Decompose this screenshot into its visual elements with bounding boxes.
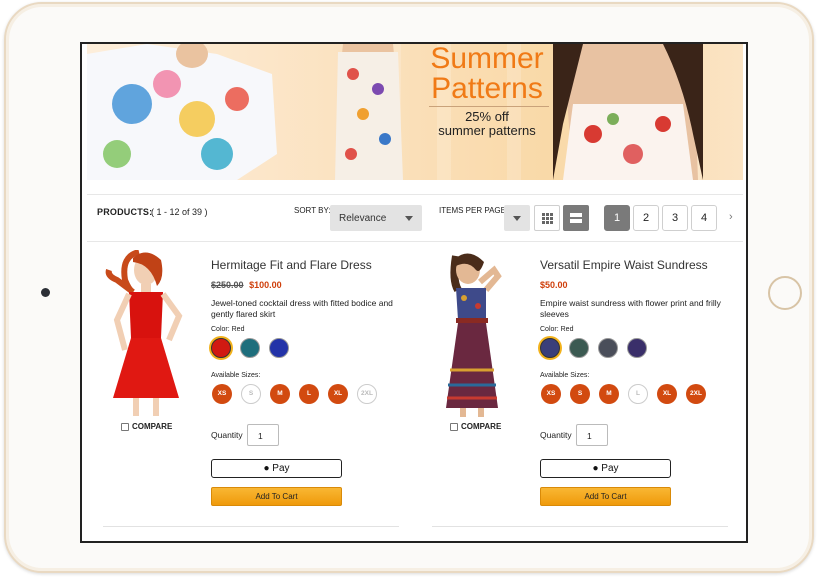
items-per-page-select[interactable]	[504, 205, 530, 231]
color-swatches	[540, 338, 647, 358]
size-option[interactable]: XS	[541, 384, 561, 404]
banner-subtitle: summer patterns	[438, 123, 536, 138]
chevron-down-icon	[405, 216, 413, 221]
color-swatch[interactable]	[569, 338, 589, 358]
color-label: Color: Red	[211, 326, 245, 333]
items-per-page-label: ITEMS PER PAGE:	[439, 206, 509, 215]
add-to-cart-button[interactable]: Add To Cart	[211, 487, 342, 506]
product-name[interactable]: Hermitage Fit and Flare Dress	[211, 258, 372, 272]
banner-model-image-left	[87, 44, 277, 180]
color-swatch[interactable]	[211, 338, 231, 358]
sort-by-value: Relevance	[339, 213, 387, 224]
checkbox-icon	[450, 422, 458, 431]
size-option[interactable]: XS	[212, 384, 232, 404]
sizes-label: Available Sizes:	[211, 372, 261, 379]
size-option[interactable]: 2XL	[357, 384, 377, 404]
apple-pay-button[interactable]: ● Pay	[540, 459, 671, 478]
product-price: $250.00 $100.00	[211, 280, 282, 290]
product-toolbar: PRODUCTS: ( 1 - 12 of 39 ) SORT BY: Rele…	[87, 194, 743, 242]
quantity-input[interactable]: 1	[247, 424, 279, 446]
next-page-arrow[interactable]: ›	[729, 211, 733, 223]
banner-model-image-center	[335, 44, 403, 180]
quantity-label: Quantity	[211, 430, 243, 440]
product-card: COMPARE Versatil Empire Waist Sundress $…	[416, 242, 742, 532]
size-option[interactable]: S	[241, 384, 261, 404]
list-icon	[570, 213, 582, 223]
apple-pay-label: Pay	[269, 463, 290, 474]
banner-divider	[429, 106, 549, 107]
banner-title: Summer Patterns	[430, 44, 544, 105]
card-divider	[103, 526, 399, 527]
tablet-screen: Summer Patterns 25% off summer patterns …	[80, 42, 748, 543]
color-swatches	[211, 338, 289, 358]
list-view-button[interactable]	[563, 205, 589, 231]
page-button-4[interactable]: 4	[691, 205, 717, 231]
color-swatch[interactable]	[269, 338, 289, 358]
product-description: Jewel-toned cocktail dress with fitted b…	[211, 298, 393, 319]
size-option[interactable]: L	[628, 384, 648, 404]
sort-by-select[interactable]: Relevance	[330, 205, 422, 231]
size-options: XS S M L XL 2XL	[212, 384, 377, 404]
quantity-label: Quantity	[540, 430, 572, 440]
checkbox-icon	[121, 422, 129, 431]
original-price: $250.00	[211, 280, 244, 290]
camera-dot	[41, 288, 50, 297]
compare-label: COMPARE	[132, 422, 173, 431]
tablet-frame: Summer Patterns 25% off summer patterns …	[4, 2, 814, 573]
banner-model-image-right	[553, 44, 703, 180]
compare-checkbox[interactable]: COMPARE	[121, 422, 172, 431]
grid-view-button[interactable]	[534, 205, 560, 231]
apple-pay-button[interactable]: ● Pay	[211, 459, 342, 478]
color-swatch[interactable]	[540, 338, 560, 358]
size-option[interactable]: XL	[328, 384, 348, 404]
chevron-down-icon	[513, 216, 521, 221]
add-to-cart-button[interactable]: Add To Cart	[540, 487, 671, 506]
quantity-input[interactable]: 1	[576, 424, 608, 446]
banner-offer: 25% off	[465, 109, 509, 124]
grid-icon	[542, 213, 553, 224]
color-label: Color: Red	[540, 326, 574, 333]
promo-banner[interactable]: Summer Patterns 25% off summer patterns	[87, 44, 743, 180]
apple-pay-label: Pay	[598, 463, 619, 474]
sizes-label: Available Sizes:	[540, 372, 590, 379]
product-name[interactable]: Versatil Empire Waist Sundress	[540, 258, 708, 272]
size-option[interactable]: XL	[657, 384, 677, 404]
page-button-1[interactable]: 1	[604, 205, 630, 231]
products-label: PRODUCTS:	[97, 207, 153, 217]
card-divider	[432, 526, 728, 527]
sale-price: $100.00	[249, 280, 282, 290]
compare-label: COMPARE	[461, 422, 502, 431]
size-option[interactable]: M	[599, 384, 619, 404]
product-description: Empire waist sundress with flower print …	[540, 298, 721, 319]
size-option[interactable]: 2XL	[686, 384, 706, 404]
product-image[interactable]	[428, 250, 528, 418]
page-button-3[interactable]: 3	[662, 205, 688, 231]
color-swatch[interactable]	[598, 338, 618, 358]
color-swatch[interactable]	[240, 338, 260, 358]
compare-checkbox[interactable]: COMPARE	[450, 422, 501, 431]
product-image[interactable]	[99, 250, 199, 418]
product-price: $50.00	[540, 280, 568, 290]
size-option[interactable]: M	[270, 384, 290, 404]
size-option[interactable]: L	[299, 384, 319, 404]
size-option[interactable]: S	[570, 384, 590, 404]
sort-by-label: SORT BY:	[294, 206, 331, 215]
page-button-2[interactable]: 2	[633, 205, 659, 231]
color-swatch[interactable]	[627, 338, 647, 358]
size-options: XS S M L XL 2XL	[541, 384, 706, 404]
product-card: COMPARE Hermitage Fit and Flare Dress $2…	[87, 242, 413, 532]
products-count: ( 1 - 12 of 39 )	[151, 207, 208, 217]
home-button[interactable]	[768, 276, 802, 310]
sale-price: $50.00	[540, 280, 568, 290]
